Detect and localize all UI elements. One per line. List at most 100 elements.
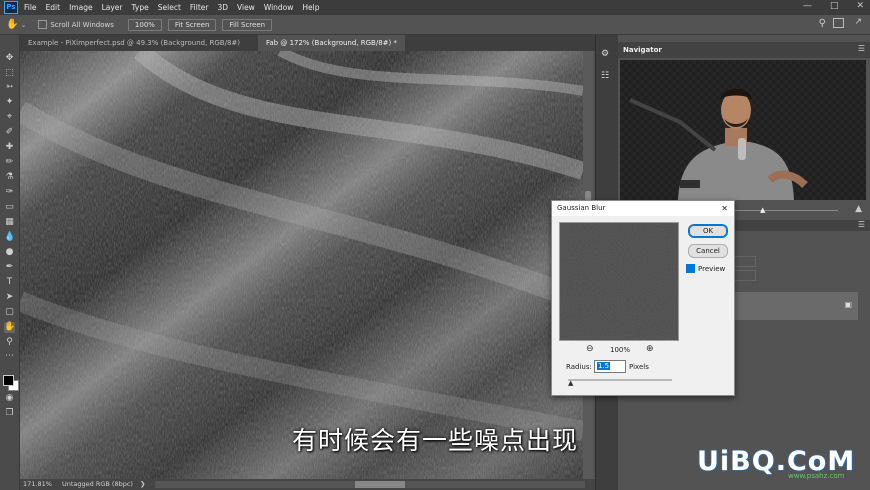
preview-checkbox[interactable]: Preview — [686, 264, 725, 273]
more-tools-icon[interactable]: ⋯ — [4, 351, 15, 362]
blur-preview[interactable] — [559, 222, 679, 341]
status-bar: 171.81% Untagged RGB (8bpc) ❯ — [20, 479, 595, 490]
options-bar: ✋ ⌄ Scroll All Windows 100% Fit Screen F… — [0, 15, 870, 35]
scroll-all-windows-label: Scroll All Windows — [50, 21, 114, 29]
preview-label: Preview — [698, 265, 726, 273]
minimize-icon[interactable]: — — [803, 1, 812, 11]
video-subtitle: 有时候会有一些噪点出现 — [291, 426, 578, 455]
menu-bar: Ps File Edit Image Layer Type Select Fil… — [0, 0, 870, 15]
ok-button[interactable]: OK — [688, 224, 728, 238]
clone-stamp-icon[interactable]: ⚗ — [4, 172, 15, 183]
horizontal-scrollbar[interactable] — [155, 481, 585, 488]
preview-noise — [560, 223, 678, 340]
menu-view[interactable]: View — [237, 3, 255, 12]
zoom-readout[interactable]: 171.81% — [23, 479, 52, 490]
quick-select-tool-icon[interactable]: ✦ — [4, 97, 15, 108]
crop-tool-icon[interactable]: ⌖ — [4, 112, 15, 123]
preview-zoom: 100% — [610, 346, 631, 354]
document-tabs: Example - PiXimperfect.psd @ 49.3% (Back… — [20, 35, 595, 51]
search-icon[interactable]: ⚲ — [819, 18, 826, 29]
pen-tool-icon[interactable]: ✒ — [4, 262, 15, 273]
hand-tool-icon[interactable]: ✋ — [4, 322, 15, 333]
layer-row-background[interactable]: ▣ — [734, 292, 858, 320]
color-profile: Untagged RGB (8bpc) — [62, 480, 133, 488]
document-canvas[interactable] — [20, 51, 583, 479]
zoom-in-icon[interactable]: ⊕ — [646, 344, 654, 354]
menu-help[interactable]: Help — [302, 3, 319, 12]
workspace-icon[interactable] — [833, 18, 844, 28]
fabric-image — [20, 51, 583, 479]
radius-value: 1.5 — [597, 362, 611, 370]
radius-slider-track[interactable] — [568, 379, 672, 381]
checkbox-box[interactable] — [686, 264, 695, 273]
checkbox-box[interactable] — [38, 20, 48, 29]
fit-screen-button[interactable]: Fit Screen — [167, 18, 217, 31]
fill-screen-button[interactable]: Fill Screen — [222, 18, 273, 31]
panel-menu-icon[interactable]: ☰ — [858, 220, 865, 229]
photoshop-logo-icon: Ps — [4, 1, 18, 14]
tab-example[interactable]: Example - PiXimperfect.psd @ 49.3% (Back… — [20, 35, 248, 51]
watermark-url: www.psahz.com — [788, 472, 845, 480]
menu-layer[interactable]: Layer — [102, 3, 123, 12]
menu-3d[interactable]: 3D — [217, 3, 228, 12]
navigator-thumbnail[interactable] — [620, 60, 866, 200]
lasso-tool-icon[interactable]: ➳ — [4, 82, 15, 93]
history-brush-icon[interactable]: ✑ — [4, 187, 15, 198]
zoom-100-button[interactable]: 100% — [127, 18, 162, 31]
eraser-tool-icon[interactable]: ▭ — [4, 202, 15, 213]
gaussian-blur-dialog: Gaussian Blur ✕ ⊖ 100% ⊕ OK Cancel Previ… — [551, 200, 735, 396]
radius-slider-thumb[interactable]: ▲ — [568, 379, 573, 387]
hand-tool-icon[interactable]: ✋ — [6, 19, 18, 30]
radius-label: Radius: — [566, 363, 592, 371]
foreground-color-swatch[interactable] — [3, 375, 14, 386]
lock-icon: ▣ — [844, 300, 852, 309]
opacity-field[interactable] — [734, 270, 756, 281]
menu-select[interactable]: Select — [158, 3, 181, 12]
chevron-right-icon[interactable]: ❯ — [140, 479, 145, 490]
maximize-icon[interactable]: □ — [830, 1, 839, 11]
marquee-tool-icon[interactable]: ⬚ — [4, 68, 15, 79]
tools-panel: ✥ ⬚ ➳ ✦ ⌖ ✐ ✚ ✏ ⚗ ✑ ▭ ▦ 💧 ● ✒ T ➤ ▢ ✋ ⚲ … — [0, 35, 20, 490]
dialog-title: Gaussian Blur — [557, 204, 606, 212]
path-select-icon[interactable]: ➤ — [4, 292, 15, 303]
gradient-tool-icon[interactable]: ▦ — [4, 217, 15, 228]
close-icon[interactable]: ✕ — [721, 201, 728, 216]
zoom-out-icon[interactable]: ⊖ — [586, 344, 594, 354]
move-tool-icon[interactable]: ✥ — [4, 53, 15, 64]
zoom-in-mountain-icon[interactable]: ▲ — [855, 204, 862, 214]
dialog-titlebar[interactable]: Gaussian Blur ✕ — [552, 201, 734, 216]
menu-filter[interactable]: Filter — [190, 3, 209, 12]
adjustments-panel-icon[interactable]: ☷ — [601, 71, 612, 82]
scroll-all-windows-checkbox[interactable]: Scroll All Windows — [38, 20, 114, 29]
quick-mask-icon[interactable]: ◉ — [4, 393, 15, 404]
zoom-slider-thumb[interactable]: ▲ — [760, 206, 765, 214]
menu-file[interactable]: File — [24, 3, 37, 12]
radius-input[interactable]: 1.5 — [594, 360, 626, 373]
menu-window[interactable]: Window — [264, 3, 294, 12]
navigator-title[interactable]: Navigator — [623, 46, 662, 54]
presenter-video — [620, 60, 866, 200]
rectangle-tool-icon[interactable]: ▢ — [4, 307, 15, 318]
scroll-thumb[interactable] — [355, 481, 405, 488]
eyedropper-tool-icon[interactable]: ✐ — [4, 127, 15, 138]
type-tool-icon[interactable]: T — [4, 277, 15, 288]
share-icon[interactable]: ↗ — [854, 17, 862, 27]
menu-type[interactable]: Type — [132, 3, 149, 12]
menu-edit[interactable]: Edit — [46, 3, 61, 12]
tab-fab[interactable]: Fab @ 172% (Background, RGB/8#) * — [258, 35, 405, 51]
dodge-tool-icon[interactable]: ● — [4, 247, 15, 258]
healing-brush-icon[interactable]: ✚ — [4, 142, 15, 153]
panel-menu-icon[interactable]: ☰ — [858, 44, 865, 53]
close-icon[interactable]: ✕ — [856, 1, 864, 11]
radius-unit: Pixels — [629, 363, 649, 371]
cancel-button[interactable]: Cancel — [688, 244, 728, 258]
history-panel-icon[interactable]: ⚙ — [601, 49, 612, 60]
blur-tool-icon[interactable]: 💧 — [4, 232, 15, 243]
screen-mode-icon[interactable]: ❐ — [4, 408, 15, 419]
chevron-down-icon[interactable]: ⌄ — [20, 21, 26, 29]
blend-mode-field[interactable] — [734, 256, 756, 267]
brush-tool-icon[interactable]: ✏ — [4, 157, 15, 168]
menu-image[interactable]: Image — [69, 3, 93, 12]
navigator-header: Navigator ☰ — [618, 42, 870, 58]
zoom-tool-icon[interactable]: ⚲ — [4, 337, 15, 348]
